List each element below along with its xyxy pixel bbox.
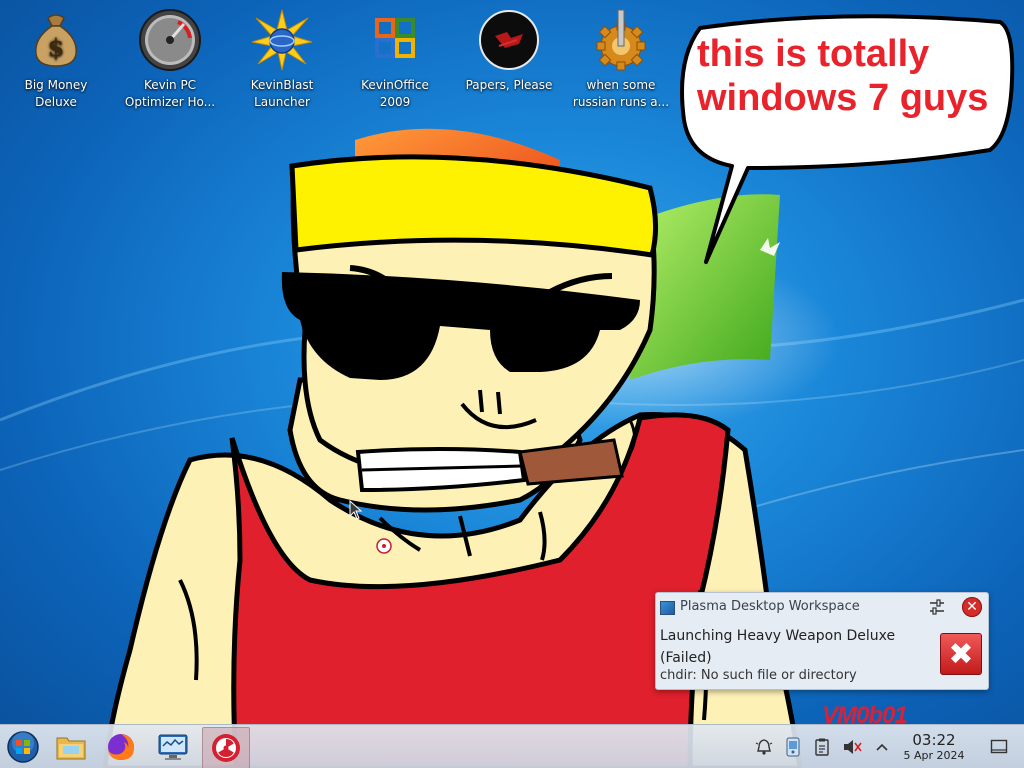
clock-time: 03:22 [912, 731, 956, 749]
notification-body: chdir: No such file or directory [660, 668, 857, 683]
firefox-icon [108, 734, 134, 760]
device-icon [786, 737, 800, 757]
tray-volume[interactable] [841, 736, 863, 758]
tray-expand-button[interactable] [871, 736, 893, 758]
notification-title-line: Launching Heavy Weapon Deluxe [660, 628, 896, 644]
clock[interactable]: 03:22 5 Apr 2024 [896, 731, 972, 763]
tray-expand-icon [876, 743, 888, 751]
taskbar-system-monitor[interactable] [150, 727, 196, 767]
notification-close-button[interactable]: ✕ [962, 597, 982, 617]
tray-clipboard[interactable] [811, 736, 833, 758]
radiation-app-icon [212, 734, 240, 762]
show-desktop-button[interactable] [988, 736, 1010, 758]
character-headband [289, 154, 659, 258]
system-monitor-icon [158, 734, 188, 760]
notification-title-line: (Failed) [660, 650, 712, 666]
file-manager-icon [56, 737, 86, 760]
tray-notifications[interactable] [753, 736, 775, 758]
desktop: $ Big Money Deluxe Kevin PC Optimizer Ho..… [0, 0, 1024, 768]
volume-muted-icon [844, 740, 862, 754]
plasma-app-icon [660, 601, 675, 615]
taskbar: 03:22 5 Apr 2024 [0, 724, 1024, 768]
taskbar-radiation-app[interactable] [202, 727, 250, 768]
error-icon: ✖ [940, 633, 982, 675]
notification-settings-icon[interactable] [928, 598, 946, 616]
show-desktop-icon [990, 739, 1008, 754]
notification-title: Launching Heavy Weapon Deluxe (Failed) [660, 625, 930, 669]
notification-popup[interactable]: Plasma Desktop Workspace ✕ Launching Hea… [655, 592, 989, 690]
taskbar-firefox[interactable] [98, 727, 144, 767]
notification-app-name: Plasma Desktop Workspace [680, 599, 860, 614]
clipboard-icon [815, 738, 829, 756]
taskbar-file-manager[interactable] [48, 727, 94, 767]
clock-date: 5 Apr 2024 [903, 749, 965, 762]
tray-device[interactable] [782, 736, 804, 758]
mouse-cursor-icon [349, 500, 363, 520]
notifications-bell-icon [755, 739, 773, 755]
start-orb-icon [7, 731, 39, 763]
start-button[interactable] [0, 727, 46, 767]
